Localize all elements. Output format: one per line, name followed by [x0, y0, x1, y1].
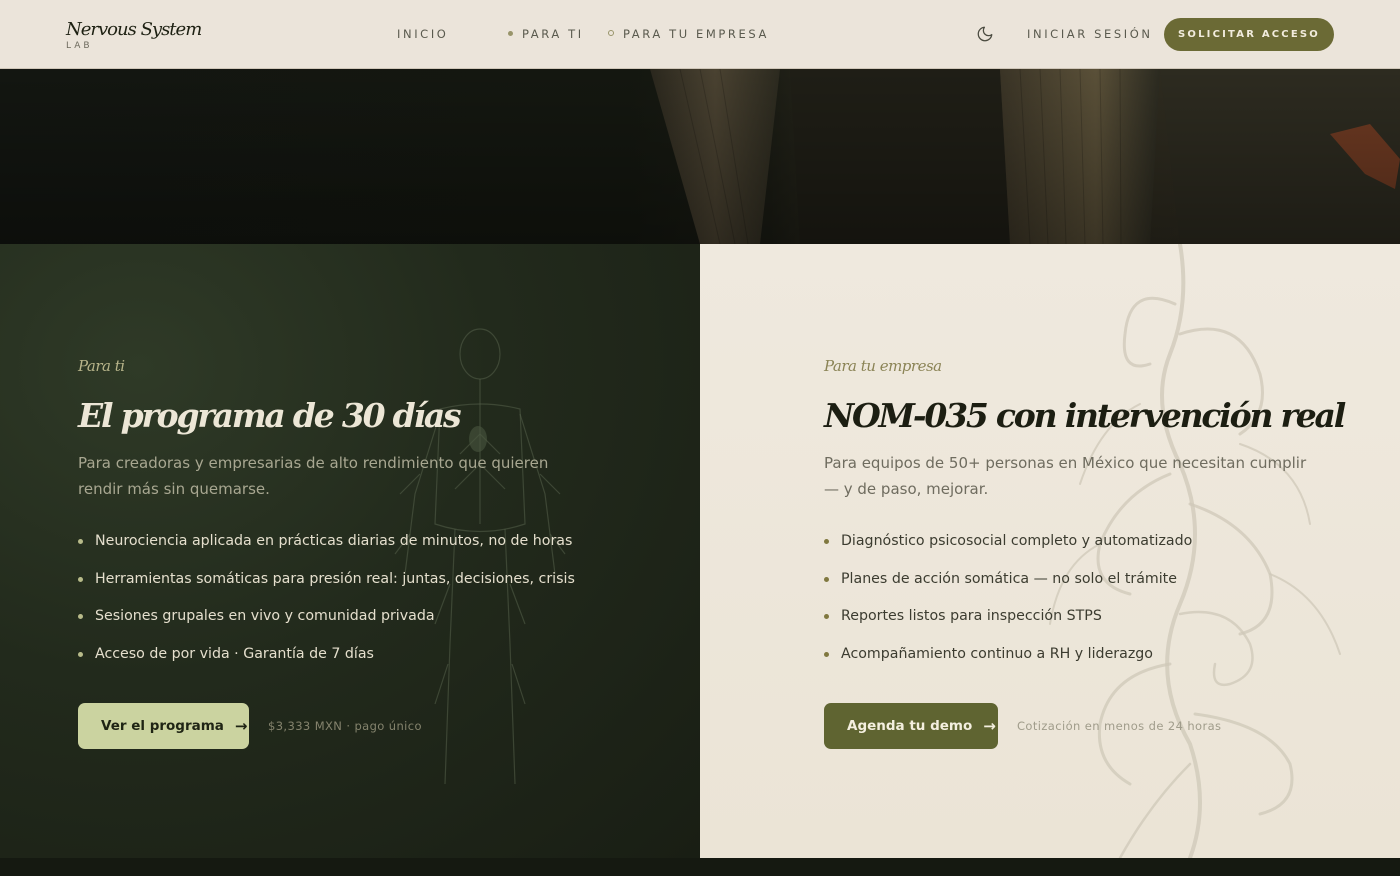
- list-item: Acompañamiento continuo a RH y liderazgo: [824, 644, 1192, 664]
- brand-subtitle: LAB: [66, 41, 93, 51]
- hero-image: [0, 69, 1400, 244]
- feature-list: Neurociencia aplicada en prácticas diari…: [78, 531, 575, 681]
- arrow-right-icon: →: [983, 717, 996, 735]
- list-item: Acceso de por vida · Garantía de 7 días: [78, 644, 575, 664]
- nav-link-inicio[interactable]: INICIO: [397, 27, 448, 41]
- schedule-demo-button[interactable]: Agenda tu demo →: [824, 703, 998, 749]
- price-note: $3,333 MXN · pago único: [268, 719, 422, 733]
- request-access-button[interactable]: SOLICITAR ACCESO: [1164, 18, 1334, 51]
- login-link[interactable]: INICIAR SESIÓN: [1027, 27, 1153, 41]
- list-item: Reportes listos para inspección STPS: [824, 606, 1192, 626]
- moon-icon[interactable]: [976, 25, 994, 43]
- panel-title: NOM-035 con intervención real: [824, 396, 1346, 435]
- panel-description: Para equipos de 50+ personas en México q…: [824, 454, 1307, 498]
- feature-list: Diagnóstico psicosocial completo y autom…: [824, 531, 1192, 681]
- list-item: Neurociencia aplicada en prácticas diari…: [78, 531, 575, 551]
- panel-eyebrow: Para ti: [78, 357, 125, 375]
- next-section-edge: [0, 858, 1400, 876]
- nav-link-para-ti[interactable]: PARA TI: [508, 27, 584, 41]
- arrow-right-icon: →: [234, 717, 248, 735]
- nav-link-para-tu-empresa[interactable]: PARA TU EMPRESA: [608, 27, 769, 41]
- button-label: Agenda tu demo: [847, 718, 973, 734]
- company-panel: Para tu empresa NOM-035 con intervención…: [700, 244, 1400, 858]
- list-item: Sesiones grupales en vivo y comunidad pr…: [78, 606, 575, 626]
- view-program-button[interactable]: Ver el programa →: [78, 703, 249, 749]
- panel-title: El programa de 30 días: [78, 396, 462, 435]
- list-item: Planes de acción somática — no solo el t…: [824, 569, 1192, 589]
- panel-description: Para creadoras y empresarias de alto ren…: [78, 454, 549, 498]
- panel-eyebrow: Para tu empresa: [824, 357, 942, 375]
- brand-name: Nervous System: [66, 19, 202, 40]
- personal-program-panel: Para ti El programa de 30 días Para crea…: [0, 244, 700, 858]
- button-label: Ver el programa: [101, 718, 224, 734]
- quote-note: Cotización en menos de 24 horas: [1017, 719, 1222, 733]
- brand-logo[interactable]: Nervous System LAB: [66, 19, 202, 51]
- list-item: Diagnóstico psicosocial completo y autom…: [824, 531, 1192, 551]
- top-navigation: Nervous System LAB INICIO PARA TI PARA T…: [0, 0, 1400, 69]
- hero-fabric-texture: [0, 69, 1400, 244]
- list-item: Herramientas somáticas para presión real…: [78, 569, 575, 589]
